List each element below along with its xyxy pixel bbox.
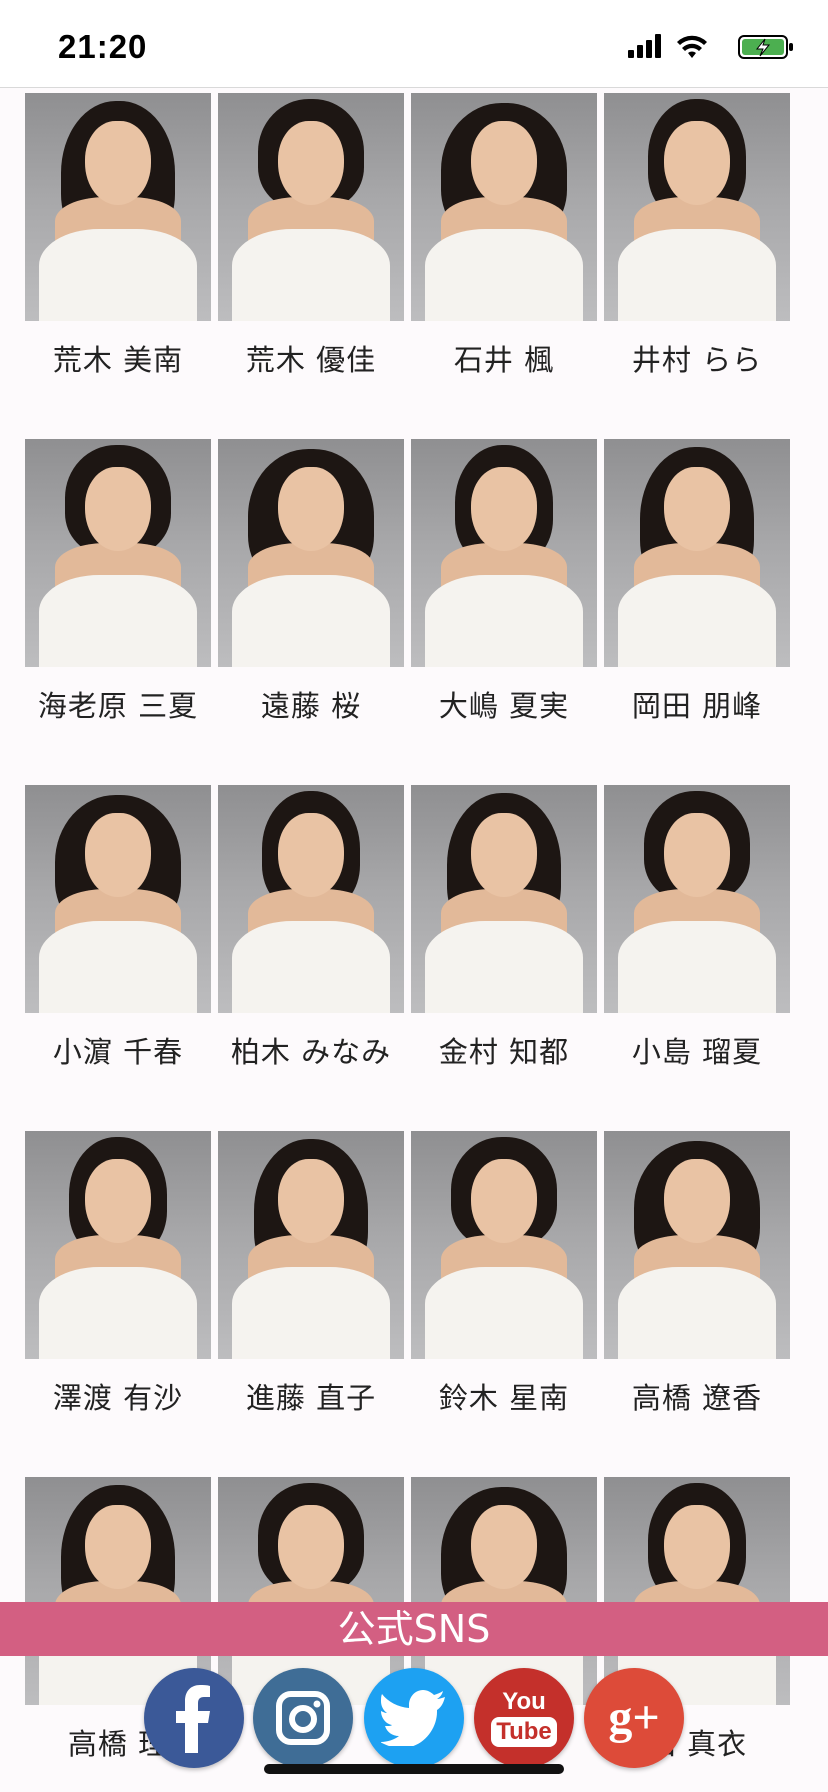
- photo-face: [664, 813, 730, 897]
- profile-photo[interactable]: [604, 439, 790, 667]
- profile-name[interactable]: 高橋 遼香: [594, 1375, 800, 1417]
- profile-name[interactable]: 石井 楓: [401, 337, 607, 379]
- photo-dress: [39, 921, 197, 1013]
- photo-dress: [425, 575, 583, 667]
- profile-name[interactable]: 鈴木 星南: [401, 1375, 607, 1417]
- profile-name[interactable]: 井村 らら: [594, 337, 800, 379]
- profile-photo[interactable]: [25, 439, 211, 667]
- profile-name[interactable]: 柏木 みなみ: [208, 1029, 414, 1071]
- photo-dress: [232, 921, 390, 1013]
- profile-photo[interactable]: [411, 1131, 597, 1359]
- youtube-icon-bottom: Tube: [491, 1716, 557, 1747]
- photo-dress: [39, 229, 197, 321]
- twitter-icon: [381, 1690, 445, 1746]
- profile-name[interactable]: 小島 瑠夏: [594, 1029, 800, 1071]
- photo-face: [664, 467, 730, 551]
- photo-face: [85, 1159, 151, 1243]
- profile-name[interactable]: 荒木 美南: [15, 337, 221, 379]
- profile-photo[interactable]: [25, 785, 211, 1013]
- profile-name[interactable]: 遠藤 桜: [208, 683, 414, 725]
- instagram-button[interactable]: [253, 1668, 353, 1768]
- photo-dress: [425, 921, 583, 1013]
- photo-face: [278, 813, 344, 897]
- photo-face: [85, 121, 151, 205]
- status-time: 21:20: [58, 28, 148, 65]
- facebook-button[interactable]: [144, 1668, 244, 1768]
- profile-photo[interactable]: [411, 785, 597, 1013]
- photo-face: [471, 1505, 537, 1589]
- profile-name[interactable]: 海老原 三夏: [15, 683, 221, 725]
- photo-dress: [618, 229, 776, 321]
- wifi-icon: [677, 35, 707, 58]
- profile-name[interactable]: 澤渡 有沙: [15, 1375, 221, 1417]
- profile-photo[interactable]: [218, 93, 404, 321]
- profile-name[interactable]: 小濵 千春: [15, 1029, 221, 1071]
- youtube-icon-bottom-text: Tube: [496, 1717, 552, 1745]
- photo-face: [85, 467, 151, 551]
- photo-dress: [425, 229, 583, 321]
- profile-photo[interactable]: [411, 439, 597, 667]
- profile-grid: 荒木 美南 荒木 優佳 石井 楓井村 らら海老原 三夏 遠藤 桜大嶋 夏実 岡田 朋峰小…: [0, 88, 828, 1792]
- home-indicator: [264, 1764, 564, 1774]
- status-bar: 21:20: [0, 0, 828, 88]
- instagram-icon: [276, 1691, 330, 1745]
- photo-dress: [232, 575, 390, 667]
- photo-face: [664, 1505, 730, 1589]
- photo-face: [278, 121, 344, 205]
- profile-name[interactable]: 金村 知都: [401, 1029, 607, 1071]
- profile-photo[interactable]: [604, 1131, 790, 1359]
- profile-photo[interactable]: [604, 785, 790, 1013]
- photo-dress: [39, 575, 197, 667]
- photo-face: [278, 1505, 344, 1589]
- photo-face: [471, 1159, 537, 1243]
- photo-face: [85, 813, 151, 897]
- google-plus-button[interactable]: g+: [584, 1668, 684, 1768]
- photo-face: [85, 1505, 151, 1589]
- photo-dress: [618, 921, 776, 1013]
- profile-name[interactable]: 荒木 優佳: [208, 337, 414, 379]
- profile-photo[interactable]: [218, 439, 404, 667]
- profile-photo[interactable]: [25, 93, 211, 321]
- profile-photo[interactable]: [411, 93, 597, 321]
- photo-face: [278, 1159, 344, 1243]
- photo-dress: [425, 1267, 583, 1359]
- photo-face: [471, 813, 537, 897]
- twitter-button[interactable]: [364, 1668, 464, 1768]
- photo-face: [664, 1159, 730, 1243]
- profile-photo[interactable]: [604, 93, 790, 321]
- profile-name[interactable]: 進藤 直子: [208, 1375, 414, 1417]
- photo-face: [471, 467, 537, 551]
- youtube-button[interactable]: You Tube: [474, 1668, 574, 1768]
- profile-photo[interactable]: [25, 1131, 211, 1359]
- profile-name[interactable]: 岡田 朋峰: [594, 683, 800, 725]
- photo-dress: [618, 1267, 776, 1359]
- youtube-icon-top: You: [502, 1687, 546, 1715]
- battery-charging-icon: [738, 35, 793, 59]
- profile-name[interactable]: 大嶋 夏実: [401, 683, 607, 725]
- photo-face: [278, 467, 344, 551]
- profile-photo[interactable]: [218, 1131, 404, 1359]
- photo-face: [471, 121, 537, 205]
- photo-face: [664, 121, 730, 205]
- google-plus-icon: g+: [608, 1691, 660, 1744]
- sns-buttons: You Tube g+: [0, 1668, 828, 1778]
- youtube-icon: You Tube: [491, 1687, 557, 1747]
- signal-icon: [628, 34, 661, 58]
- photo-dress: [39, 1267, 197, 1359]
- sns-banner-title: 公式SNS: [0, 1602, 828, 1656]
- facebook-icon: [176, 1685, 210, 1753]
- photo-dress: [232, 1267, 390, 1359]
- photo-dress: [618, 575, 776, 667]
- profile-photo[interactable]: [218, 785, 404, 1013]
- photo-dress: [232, 229, 390, 321]
